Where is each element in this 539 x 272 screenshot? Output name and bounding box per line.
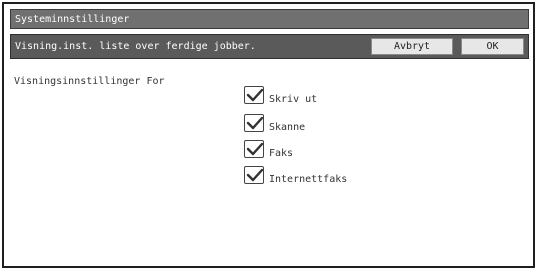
- checkbox-print[interactable]: [244, 86, 264, 104]
- checkbox-scan[interactable]: [244, 114, 264, 132]
- checkmark-icon: [246, 116, 264, 130]
- checkmark-icon: [246, 142, 264, 156]
- option-fax-label: Faks: [269, 148, 294, 159]
- window-title-bar: Systeminnstillinger: [10, 9, 529, 29]
- option-fax[interactable]: Faks: [244, 140, 384, 164]
- ok-button-label: OK: [486, 41, 499, 52]
- checkmark-icon: [246, 88, 264, 102]
- settings-frame: Systeminnstillinger Visning.inst. liste …: [2, 2, 535, 268]
- header-bar: Visning.inst. liste over ferdige jobber.…: [10, 34, 529, 59]
- checkmark-icon: [246, 168, 264, 182]
- display-settings-label: Visningsinnstillinger For: [14, 76, 165, 87]
- option-internet-fax-label: Internettfaks: [269, 174, 348, 185]
- ok-button[interactable]: OK: [461, 38, 524, 55]
- option-print-label: Skriv ut: [269, 94, 318, 105]
- option-scan-label: Skanne: [269, 122, 306, 133]
- content-panel: Visningsinnstillinger For Skriv ut Skann…: [10, 64, 529, 264]
- cancel-button-label: Avbryt: [393, 41, 431, 52]
- option-print[interactable]: Skriv ut: [244, 86, 384, 110]
- cancel-button[interactable]: Avbryt: [371, 38, 453, 55]
- checkbox-fax[interactable]: [244, 140, 264, 158]
- checkbox-internet-fax[interactable]: [244, 166, 264, 184]
- page-subtitle: Visning.inst. liste over ferdige jobber.: [15, 41, 256, 52]
- option-internet-fax[interactable]: Internettfaks: [244, 166, 384, 190]
- window-title: Systeminnstillinger: [15, 13, 130, 25]
- option-scan[interactable]: Skanne: [244, 114, 384, 138]
